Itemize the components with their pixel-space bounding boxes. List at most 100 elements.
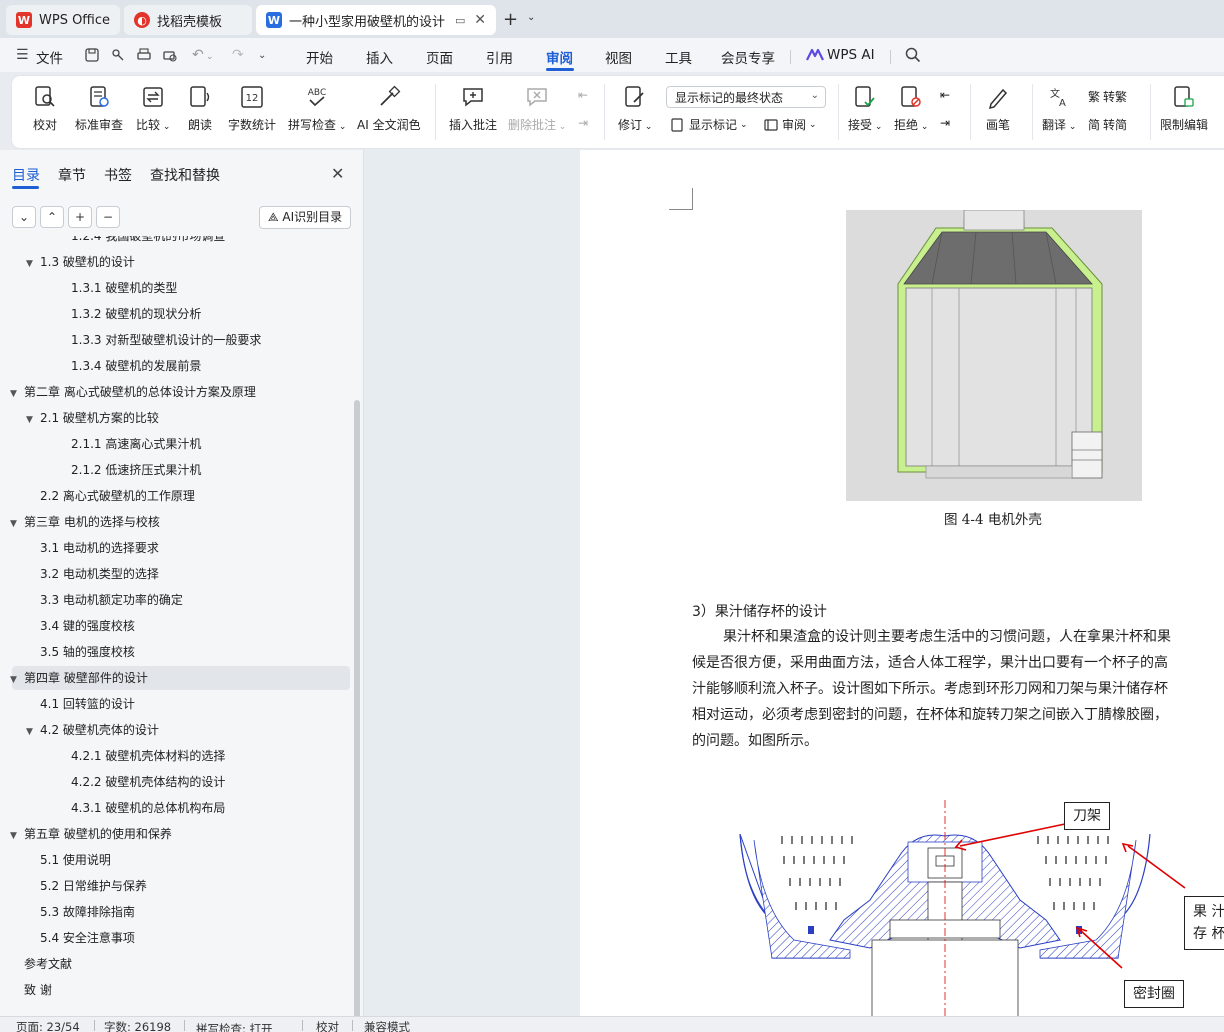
toc-item[interactable]: 4.2.1 破壁机壳体材料的选择: [71, 744, 225, 768]
toc-item[interactable]: 2.2 离心式破壁机的工作原理: [40, 484, 195, 508]
word-count[interactable]: 字数: 26198: [104, 1019, 171, 1032]
pen-button[interactable]: 画笔: [985, 84, 1011, 133]
toc-scrollbar[interactable]: [354, 400, 360, 1020]
document-page[interactable]: 图 4-4 电机外壳 3）果汁储存杯的设计 果汁杯和果渣盒的设计则主要考虑生活中…: [580, 150, 1224, 1016]
standard-review-button[interactable]: 标准审查: [75, 84, 123, 133]
toc-item[interactable]: ▼ 第二章 离心式破壁机的总体设计方案及原理: [10, 380, 256, 404]
hamburger-icon[interactable]: ☰: [16, 47, 29, 63]
toc-item[interactable]: 4.3.1 破壁机的总体机构布局: [71, 796, 225, 820]
expand-triangle-icon[interactable]: ▼: [10, 824, 24, 848]
toc-item[interactable]: 1.3.4 破壁机的发展前景: [71, 354, 201, 378]
toc-item[interactable]: 2.1.1 高速离心式果汁机: [71, 432, 201, 456]
print-preview-icon[interactable]: [162, 47, 178, 63]
menu-insert[interactable]: 插入: [366, 47, 393, 67]
spell-check-status[interactable]: 拼写检查: 打开 ⌄: [196, 1019, 273, 1032]
delete-comment-button[interactable]: 删除批注 ⌄: [508, 84, 566, 133]
menu-start[interactable]: 开始: [306, 47, 333, 67]
accept-button[interactable]: 接受 ⌄: [848, 84, 882, 133]
expand-triangle-icon[interactable]: ▼: [26, 408, 40, 432]
chevron-down-icon[interactable]: ⌄: [206, 52, 214, 62]
toc-item[interactable]: 1.3.1 破壁机的类型: [71, 276, 177, 300]
page-indicator[interactable]: 页面: 23/54: [16, 1019, 80, 1032]
toc-item[interactable]: 1.2.4 我国破壁机的市场调查: [71, 236, 225, 248]
translate-button[interactable]: 文A 翻译 ⌄: [1042, 84, 1076, 133]
menu-file[interactable]: 文件: [36, 47, 63, 67]
chevron-down-icon[interactable]: ⌄: [527, 12, 535, 23]
tab-toc[interactable]: 目录: [12, 165, 40, 185]
save-icon[interactable]: [84, 47, 100, 63]
toc-item[interactable]: 3.3 电动机额定功率的确定: [40, 588, 183, 612]
toc-item[interactable]: 致 谢: [24, 978, 52, 1002]
share-icon[interactable]: [110, 47, 126, 63]
toc-item[interactable]: 4.1 回转篮的设计: [40, 692, 135, 716]
show-markup-button[interactable]: 显示标记 ⌄: [671, 116, 748, 133]
toc-item[interactable]: ▼ 1.3 破壁机的设计: [26, 250, 135, 274]
collapse-all-button[interactable]: ⌄: [12, 206, 36, 228]
toc-item[interactable]: 3.4 键的强度校核: [40, 614, 135, 638]
tab-template[interactable]: ◐ 找稻壳模板: [124, 5, 252, 35]
ai-polish-button[interactable]: AI 全文润色: [357, 84, 421, 133]
menu-review[interactable]: 审阅: [546, 47, 573, 67]
expand-triangle-icon[interactable]: ▼: [10, 668, 24, 692]
close-icon[interactable]: ✕: [331, 164, 344, 183]
menu-wps-ai[interactable]: WPS AI: [827, 47, 875, 63]
next-comment-icon[interactable]: ⇥: [578, 116, 588, 130]
revise-button[interactable]: 修订 ⌄: [618, 84, 652, 133]
proofread-button[interactable]: 校对: [32, 84, 58, 133]
tab-sections[interactable]: 章节: [58, 165, 86, 185]
next-change-icon[interactable]: ⇥: [940, 116, 950, 130]
expand-triangle-icon[interactable]: ▼: [10, 512, 24, 536]
toc-item[interactable]: 3.2 电动机类型的选择: [40, 562, 159, 586]
word-count-button[interactable]: 12 字数统计: [228, 84, 276, 133]
ai-recognize-toc-button[interactable]: ⟁ AI识别目录: [259, 206, 351, 229]
toc-item[interactable]: 2.1.2 低速挤压式果汁机: [71, 458, 201, 482]
menu-tools[interactable]: 工具: [665, 47, 692, 67]
toc-item[interactable]: 5.2 日常维护与保养: [40, 874, 147, 898]
insert-comment-button[interactable]: 插入批注: [449, 84, 497, 133]
toc-item[interactable]: 1.3.2 破壁机的现状分析: [71, 302, 201, 326]
tab-wps-office[interactable]: W WPS Office: [6, 5, 120, 35]
tab-document[interactable]: W 一种小型家用破壁机的设计 论 ▭ ✕: [256, 5, 496, 35]
expand-triangle-icon[interactable]: ▼: [26, 252, 40, 276]
toc-item[interactable]: 5.1 使用说明: [40, 848, 111, 872]
previous-comment-icon[interactable]: ⇤: [578, 88, 588, 102]
menu-view[interactable]: 视图: [605, 47, 632, 67]
tab-bookmarks[interactable]: 书签: [104, 165, 132, 185]
display-mode-select[interactable]: 显示标记的最终状态 ⌄: [666, 86, 826, 108]
toc-item[interactable]: ▼ 第四章 破壁部件的设计: [10, 666, 148, 690]
add-heading-button[interactable]: +: [68, 206, 92, 228]
menu-member[interactable]: 会员专享: [721, 47, 775, 67]
reject-button[interactable]: 拒绝 ⌄: [894, 84, 928, 133]
read-aloud-button[interactable]: 朗读: [187, 84, 213, 133]
new-tab-plus-icon[interactable]: +: [503, 9, 518, 30]
toc-item[interactable]: 5.4 安全注意事项: [40, 926, 135, 950]
previous-change-icon[interactable]: ⇤: [940, 88, 950, 102]
toc-item[interactable]: 3.1 电动机的选择要求: [40, 536, 159, 560]
proof-status[interactable]: 校对: [316, 1019, 339, 1032]
menu-reference[interactable]: 引用: [486, 47, 513, 67]
expand-up-button[interactable]: ⌃: [40, 206, 64, 228]
remove-heading-button[interactable]: −: [96, 206, 120, 228]
close-icon[interactable]: ✕: [474, 12, 486, 28]
redo-icon[interactable]: ↷: [232, 47, 244, 63]
search-icon[interactable]: [905, 47, 921, 63]
to-traditional-button[interactable]: 繁转繁: [1088, 88, 1127, 105]
toc-item[interactable]: 1.3.3 对新型破壁机设计的一般要求: [71, 328, 261, 352]
spell-check-button[interactable]: ABC 拼写检查 ⌄: [288, 84, 346, 133]
expand-triangle-icon[interactable]: ▼: [26, 720, 40, 744]
toc-item[interactable]: ▼ 第五章 破壁机的使用和保养: [10, 822, 172, 846]
print-icon[interactable]: [136, 47, 152, 63]
compare-button[interactable]: 比较 ⌄: [136, 84, 170, 133]
toc-item[interactable]: ▼ 4.2 破壁机壳体的设计: [26, 718, 159, 742]
toc-item[interactable]: ▼ 2.1 破壁机方案的比较: [26, 406, 159, 430]
restrict-edit-button[interactable]: 限制编辑: [1160, 84, 1208, 133]
tab-find-replace[interactable]: 查找和替换: [150, 165, 220, 185]
toc-item[interactable]: 参考文献: [24, 952, 72, 976]
to-simplified-button[interactable]: 简转简: [1088, 116, 1127, 133]
toc-item[interactable]: 5.3 故障排除指南: [40, 900, 135, 924]
undo-icon[interactable]: ↶: [192, 47, 204, 63]
toc-item[interactable]: ▼ 第三章 电机的选择与校核: [10, 510, 160, 534]
review-pane-button[interactable]: 审阅 ⌄: [764, 116, 817, 133]
chevron-down-icon[interactable]: ⌄: [258, 50, 266, 61]
menu-page[interactable]: 页面: [426, 47, 453, 67]
